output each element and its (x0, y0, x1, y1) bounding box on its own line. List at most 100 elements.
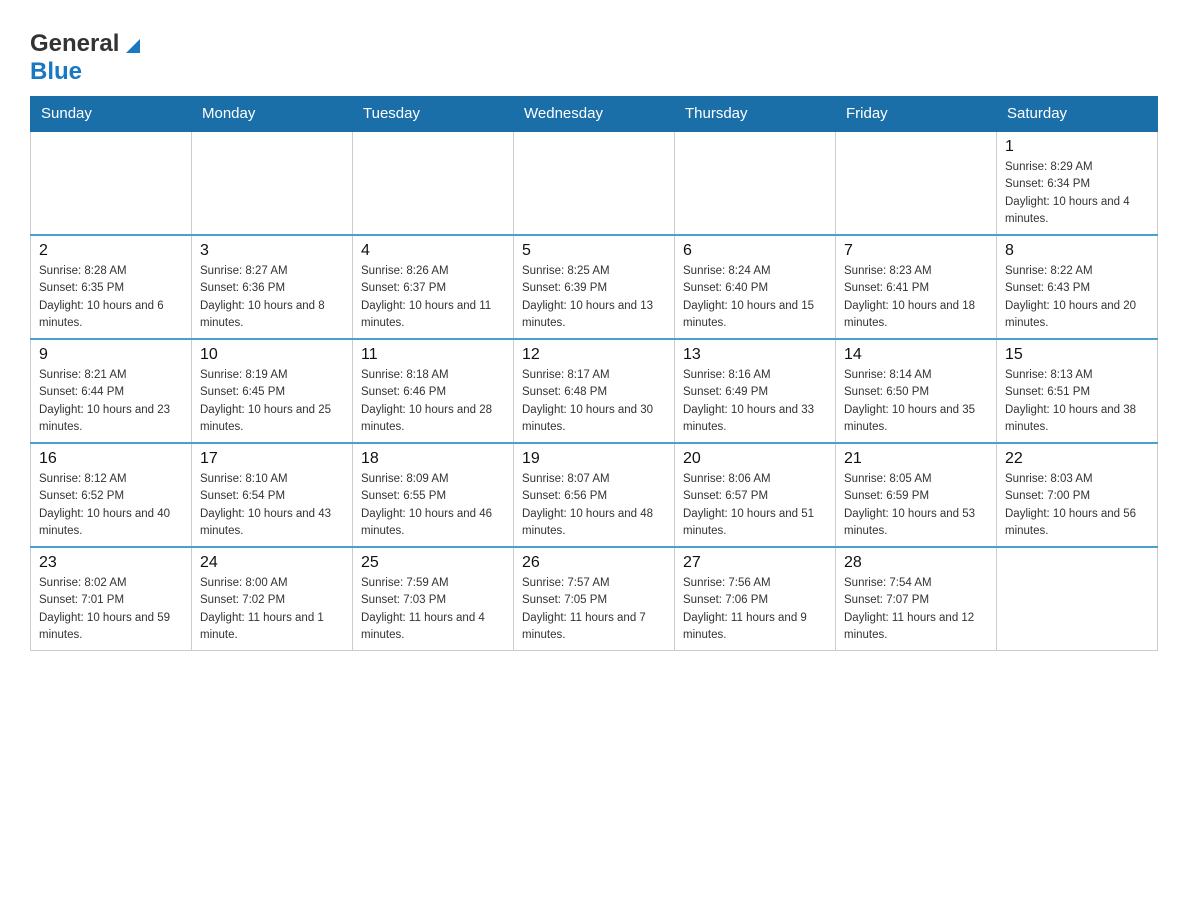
calendar-cell: 25Sunrise: 7:59 AMSunset: 7:03 PMDayligh… (353, 547, 514, 651)
calendar-cell: 26 Sunrise: 7:57 AMSunset: 7:05 PMDayligh… (514, 547, 675, 651)
day-info: Sunrise: 8:07 AMSunset: 6:56 PMDaylight:… (522, 471, 666, 540)
day-info: Sunrise: 8:05 AMSunset: 6:59 PMDaylight:… (844, 471, 988, 540)
calendar-cell: 7 Sunrise: 8:23 AMSunset: 6:41 PMDaylight… (836, 235, 997, 339)
calendar-cell: 8 Sunrise: 8:22 AMSunset: 6:43 PMDaylight… (997, 235, 1158, 339)
day-info: Sunrise: 7:57 AMSunset: 7:05 PMDaylight:… (522, 575, 666, 644)
day-info: Sunrise: 8:23 AMSunset: 6:41 PMDaylight:… (844, 263, 988, 332)
day-info: Sunrise: 8:03 AMSunset: 7:00 PMDaylight:… (1005, 471, 1149, 540)
day-number: 7 (844, 242, 988, 260)
day-number: 16 (39, 450, 183, 468)
calendar-cell: 19 Sunrise: 8:07 AMSunset: 6:56 PMDayligh… (514, 443, 675, 547)
day-number: 4 (361, 242, 505, 260)
calendar-week-row: 2 Sunrise: 8:28 AMSunset: 6:35 PMDaylight… (31, 235, 1158, 339)
calendar-cell: 2 Sunrise: 8:28 AMSunset: 6:35 PMDaylight… (31, 235, 192, 339)
day-number: 1 (1005, 138, 1149, 156)
weekday-header-monday: Monday (192, 97, 353, 132)
day-number: 19 (522, 450, 666, 468)
day-info: Sunrise: 8:28 AMSunset: 6:35 PMDaylight:… (39, 263, 183, 332)
calendar-cell (192, 131, 353, 235)
day-number: 8 (1005, 242, 1149, 260)
page-header: General Blue (30, 20, 1158, 86)
weekday-header-tuesday: Tuesday (353, 97, 514, 132)
day-number: 13 (683, 346, 827, 364)
logo-blue-text: Blue (30, 58, 82, 85)
weekday-header-thursday: Thursday (675, 97, 836, 132)
day-info: Sunrise: 8:29 AMSunset: 6:34 PMDaylight:… (1005, 159, 1149, 228)
day-info: Sunrise: 8:13 AMSunset: 6:51 PMDaylight:… (1005, 367, 1149, 436)
calendar-cell: 23 Sunrise: 8:02 AMSunset: 7:01 PMDayligh… (31, 547, 192, 651)
day-info: Sunrise: 8:17 AMSunset: 6:48 PMDaylight:… (522, 367, 666, 436)
calendar-cell: 10 Sunrise: 8:19 AMSunset: 6:45 PMDayligh… (192, 339, 353, 443)
calendar-cell: 21Sunrise: 8:05 AMSunset: 6:59 PMDayligh… (836, 443, 997, 547)
weekday-header-row: SundayMondayTuesdayWednesdayThursdayFrid… (31, 97, 1158, 132)
calendar-cell (514, 131, 675, 235)
calendar-cell (675, 131, 836, 235)
day-info: Sunrise: 8:25 AMSunset: 6:39 PMDaylight:… (522, 263, 666, 332)
day-number: 9 (39, 346, 183, 364)
calendar-cell (997, 547, 1158, 651)
day-info: Sunrise: 8:12 AMSunset: 6:52 PMDaylight:… (39, 471, 183, 540)
calendar-cell: 11 Sunrise: 8:18 AMSunset: 6:46 PMDayligh… (353, 339, 514, 443)
day-number: 26 (522, 554, 666, 572)
logo-triangle-icon (122, 35, 140, 58)
calendar-cell (836, 131, 997, 235)
day-info: Sunrise: 8:26 AMSunset: 6:37 PMDaylight:… (361, 263, 505, 332)
weekday-header-sunday: Sunday (31, 97, 192, 132)
day-number: 2 (39, 242, 183, 260)
day-number: 20 (683, 450, 827, 468)
day-number: 5 (522, 242, 666, 260)
calendar-cell: 17Sunrise: 8:10 AMSunset: 6:54 PMDayligh… (192, 443, 353, 547)
calendar-cell (353, 131, 514, 235)
day-info: Sunrise: 8:19 AMSunset: 6:45 PMDaylight:… (200, 367, 344, 436)
calendar-week-row: 23 Sunrise: 8:02 AMSunset: 7:01 PMDayligh… (31, 547, 1158, 651)
calendar-week-row: 1 Sunrise: 8:29 AMSunset: 6:34 PMDaylight… (31, 131, 1158, 235)
day-number: 23 (39, 554, 183, 572)
day-info: Sunrise: 8:24 AMSunset: 6:40 PMDaylight:… (683, 263, 827, 332)
day-info: Sunrise: 8:10 AMSunset: 6:54 PMDaylight:… (200, 471, 344, 540)
weekday-header-friday: Friday (836, 97, 997, 132)
calendar-cell: 15 Sunrise: 8:13 AMSunset: 6:51 PMDayligh… (997, 339, 1158, 443)
day-info: Sunrise: 8:06 AMSunset: 6:57 PMDaylight:… (683, 471, 827, 540)
day-info: Sunrise: 8:27 AMSunset: 6:36 PMDaylight:… (200, 263, 344, 332)
weekday-header-wednesday: Wednesday (514, 97, 675, 132)
calendar-week-row: 16 Sunrise: 8:12 AMSunset: 6:52 PMDayligh… (31, 443, 1158, 547)
calendar-cell: 1 Sunrise: 8:29 AMSunset: 6:34 PMDaylight… (997, 131, 1158, 235)
calendar-cell: 14Sunrise: 8:14 AMSunset: 6:50 PMDayligh… (836, 339, 997, 443)
calendar-cell: 3 Sunrise: 8:27 AMSunset: 6:36 PMDaylight… (192, 235, 353, 339)
calendar-cell: 13Sunrise: 8:16 AMSunset: 6:49 PMDayligh… (675, 339, 836, 443)
day-number: 24 (200, 554, 344, 572)
day-info: Sunrise: 8:18 AMSunset: 6:46 PMDaylight:… (361, 367, 505, 436)
day-info: Sunrise: 8:09 AMSunset: 6:55 PMDaylight:… (361, 471, 505, 540)
calendar-cell: 4 Sunrise: 8:26 AMSunset: 6:37 PMDaylight… (353, 235, 514, 339)
calendar-cell: 6Sunrise: 8:24 AMSunset: 6:40 PMDaylight… (675, 235, 836, 339)
calendar-cell (31, 131, 192, 235)
calendar-table: SundayMondayTuesdayWednesdayThursdayFrid… (30, 96, 1158, 651)
logo-general-text: General (30, 30, 119, 58)
day-number: 11 (361, 346, 505, 364)
day-info: Sunrise: 8:22 AMSunset: 6:43 PMDaylight:… (1005, 263, 1149, 332)
calendar-cell: 5 Sunrise: 8:25 AMSunset: 6:39 PMDaylight… (514, 235, 675, 339)
calendar-cell: 24Sunrise: 8:00 AMSunset: 7:02 PMDayligh… (192, 547, 353, 651)
calendar-week-row: 9 Sunrise: 8:21 AMSunset: 6:44 PMDaylight… (31, 339, 1158, 443)
day-number: 27 (683, 554, 827, 572)
calendar-cell: 28 Sunrise: 7:54 AMSunset: 7:07 PMDayligh… (836, 547, 997, 651)
day-number: 28 (844, 554, 988, 572)
day-number: 18 (361, 450, 505, 468)
day-info: Sunrise: 8:02 AMSunset: 7:01 PMDaylight:… (39, 575, 183, 644)
day-number: 15 (1005, 346, 1149, 364)
day-number: 14 (844, 346, 988, 364)
calendar-cell: 12 Sunrise: 8:17 AMSunset: 6:48 PMDayligh… (514, 339, 675, 443)
calendar-cell: 20 Sunrise: 8:06 AMSunset: 6:57 PMDayligh… (675, 443, 836, 547)
calendar-cell: 22 Sunrise: 8:03 AMSunset: 7:00 PMDayligh… (997, 443, 1158, 547)
calendar-cell: 9 Sunrise: 8:21 AMSunset: 6:44 PMDaylight… (31, 339, 192, 443)
day-info: Sunrise: 7:56 AMSunset: 7:06 PMDaylight:… (683, 575, 827, 644)
day-info: Sunrise: 7:54 AMSunset: 7:07 PMDaylight:… (844, 575, 988, 644)
calendar-cell: 16 Sunrise: 8:12 AMSunset: 6:52 PMDayligh… (31, 443, 192, 547)
day-info: Sunrise: 8:21 AMSunset: 6:44 PMDaylight:… (39, 367, 183, 436)
day-number: 25 (361, 554, 505, 572)
day-number: 22 (1005, 450, 1149, 468)
day-number: 3 (200, 242, 344, 260)
day-number: 10 (200, 346, 344, 364)
day-number: 12 (522, 346, 666, 364)
weekday-header-saturday: Saturday (997, 97, 1158, 132)
